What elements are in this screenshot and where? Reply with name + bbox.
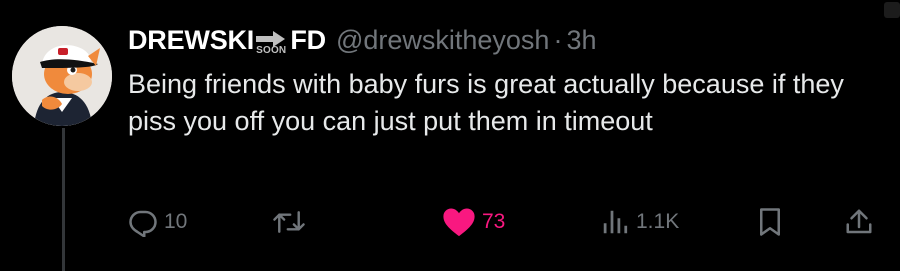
views-icon <box>603 210 628 234</box>
action-bar: 10 73 1.1K <box>128 200 880 244</box>
more-options-icon[interactable] <box>884 2 900 18</box>
display-name[interactable]: DREWSKI <box>128 25 254 56</box>
reply-button[interactable]: 10 <box>128 200 187 244</box>
like-button[interactable]: 73 <box>442 200 505 244</box>
tweet-text: Being friends with baby furs is great ac… <box>128 69 844 136</box>
retweet-button[interactable] <box>272 200 306 244</box>
soon-label: SOON <box>256 44 287 56</box>
user-handle[interactable]: @drewskitheyosh <box>336 25 550 56</box>
views-count: 1.1K <box>636 210 680 233</box>
reply-icon <box>129 210 157 237</box>
share-button[interactable] <box>844 200 874 244</box>
avatar-image <box>12 26 112 126</box>
heart-icon <box>443 208 475 237</box>
like-count: 73 <box>482 210 506 233</box>
bookmark-button[interactable] <box>756 200 784 244</box>
avatar[interactable] <box>12 26 112 126</box>
tweet-header: DREWSKI SOON FD @drewskitheyosh · 3h <box>128 20 597 60</box>
thread-line <box>62 128 65 271</box>
bookmark-icon <box>760 208 780 236</box>
timestamp[interactable]: 3h <box>566 25 596 56</box>
reply-count: 10 <box>164 210 188 233</box>
retweet-icon <box>273 211 305 233</box>
display-name-suffix[interactable]: FD <box>290 25 326 56</box>
separator-dot: · <box>553 24 563 55</box>
views-button[interactable]: 1.1K <box>600 200 679 244</box>
share-icon <box>846 209 872 234</box>
soon-badge: SOON <box>256 30 287 56</box>
